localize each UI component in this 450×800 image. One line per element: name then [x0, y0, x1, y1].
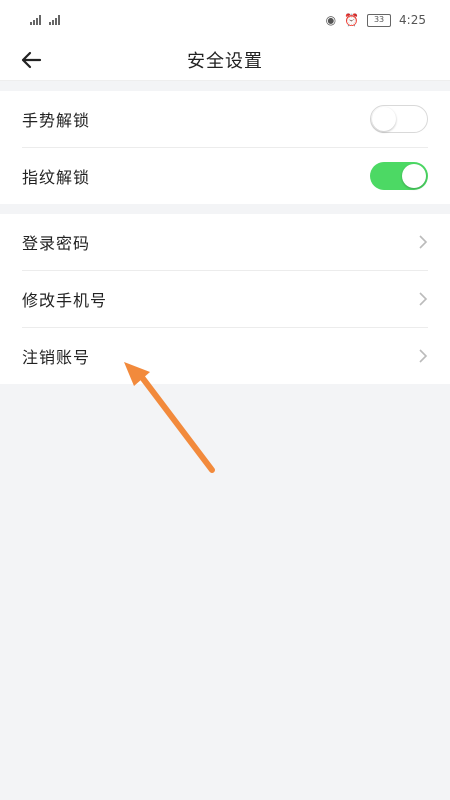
status-left — [30, 15, 60, 25]
fingerprint-unlock-toggle[interactable] — [370, 162, 428, 190]
battery-level: 33 — [373, 15, 385, 24]
alarm-icon: ⏰ — [344, 13, 360, 27]
page-title: 安全设置 — [187, 51, 263, 72]
login-password-label: 登录密码 — [22, 234, 91, 253]
status-right: ◉ ⏰ 33 4:25 — [326, 13, 426, 27]
login-password-row[interactable]: 登录密码 — [22, 214, 428, 271]
fingerprint-unlock-row: 指纹解锁 — [22, 148, 428, 204]
fingerprint-unlock-label: 指纹解锁 — [22, 168, 91, 187]
cancel-account-row[interactable]: 注销账号 — [22, 328, 428, 384]
chevron-right-icon — [418, 234, 428, 250]
cancel-account-label: 注销账号 — [22, 348, 91, 367]
eye-icon: ◉ — [325, 13, 337, 27]
unlock-settings-group: 手势解锁 指纹解锁 — [0, 91, 450, 204]
toggle-knob — [372, 107, 396, 131]
gesture-unlock-label: 手势解锁 — [22, 111, 91, 130]
sim-signal-icon — [30, 15, 41, 25]
back-button[interactable] — [20, 40, 56, 80]
chevron-right-icon — [418, 348, 428, 364]
change-phone-label: 修改手机号 — [22, 291, 108, 310]
battery-icon: 33 — [367, 13, 392, 27]
status-time: 4:25 — [399, 13, 426, 27]
back-arrow-icon — [21, 51, 42, 69]
status-bar: ◉ ⏰ 33 4:25 — [0, 0, 450, 40]
sim-signal-icon — [49, 15, 60, 25]
change-phone-row[interactable]: 修改手机号 — [22, 271, 428, 328]
toggle-knob — [402, 164, 426, 188]
header: 安全设置 — [0, 40, 450, 81]
gesture-unlock-toggle[interactable] — [370, 105, 428, 133]
account-settings-group: 登录密码 修改手机号 注销账号 — [0, 214, 450, 384]
gesture-unlock-row: 手势解锁 — [22, 91, 428, 148]
chevron-right-icon — [418, 291, 428, 307]
